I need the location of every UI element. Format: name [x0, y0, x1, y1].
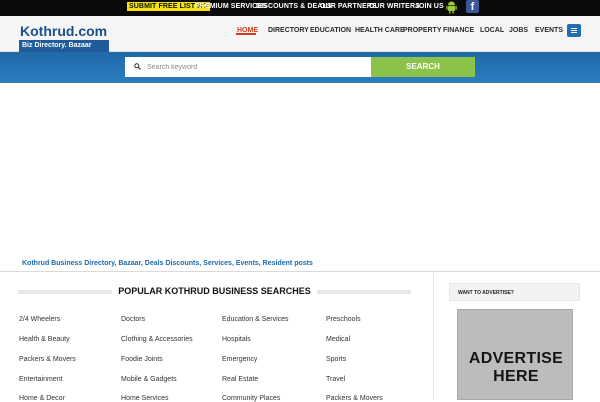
category-link[interactable]: Education & Services: [222, 316, 289, 323]
search-button[interactable]: SEARCH: [371, 57, 475, 77]
nav-directory[interactable]: DIRECTORY: [268, 27, 309, 34]
header: Kothrud.com Biz Directory. Bazaar HOME D…: [0, 16, 600, 52]
category-link[interactable]: Community Places: [222, 395, 280, 402]
category-link[interactable]: Packers & Movers: [326, 395, 383, 402]
category-link[interactable]: Hospitals: [222, 336, 251, 343]
category-link[interactable]: Real Estate: [222, 376, 258, 383]
search-box: [125, 57, 371, 77]
site-logo-tagline[interactable]: Biz Directory. Bazaar: [19, 40, 109, 52]
nav-local[interactable]: LOCAL: [480, 27, 504, 34]
category-link[interactable]: Packers & Movers: [19, 356, 76, 363]
search-band: SEARCH: [0, 52, 600, 83]
top-bar: SUBMIT FREE LISTING PREMIUM SERVICES DIS…: [0, 0, 600, 16]
advertise-heading: WANT TO ADVERTISE?: [449, 283, 580, 301]
category-link[interactable]: Home Services: [121, 395, 168, 402]
facebook-icon[interactable]: f: [466, 0, 479, 13]
nav-events[interactable]: EVENTS: [535, 27, 563, 34]
nav-finance[interactable]: FINANCE: [443, 27, 474, 34]
advertise-line-2: HERE: [493, 368, 539, 385]
search-icon: [134, 63, 141, 70]
hamburger-menu-icon[interactable]: [567, 24, 581, 37]
nav-health-care[interactable]: HEALTH CARE: [355, 27, 405, 34]
section-title: POPULAR KOTHRUD BUSINESS SEARCHES: [112, 286, 317, 296]
category-link[interactable]: Doctors: [121, 316, 145, 323]
category-link[interactable]: 2/4 Wheelers: [19, 316, 60, 323]
our-writers-link[interactable]: OUR WRITERS: [369, 3, 420, 10]
category-link[interactable]: Emergency: [222, 356, 257, 363]
category-link[interactable]: Entertainment: [19, 376, 63, 383]
category-link[interactable]: Health & Beauty: [19, 336, 70, 343]
category-link[interactable]: Preschools: [326, 316, 361, 323]
android-icon[interactable]: [446, 1, 457, 14]
join-us-link[interactable]: JOIN US: [415, 3, 444, 10]
category-link[interactable]: Home & Decor: [19, 395, 65, 402]
category-link[interactable]: Sports: [326, 356, 346, 363]
category-link[interactable]: Mobile & Gadgets: [121, 376, 177, 383]
sidebar-divider: [433, 272, 434, 400]
nav-education[interactable]: EDUCATION: [310, 27, 351, 34]
popular-searches-header: POPULAR KOTHRUD BUSINESS SEARCHES: [18, 286, 411, 297]
advertise-banner[interactable]: ADVERTISE HERE: [457, 309, 573, 400]
site-logo-name[interactable]: Kothrud.com: [20, 23, 107, 39]
nav-property[interactable]: PROPERTY: [403, 27, 442, 34]
site-tagline[interactable]: Kothrud Business Directory, Bazaar, Deal…: [22, 260, 313, 267]
search-input[interactable]: [147, 60, 367, 74]
active-nav-indicator: [236, 33, 256, 35]
nav-jobs[interactable]: JOBS: [509, 27, 528, 34]
category-link[interactable]: Clothing & Accessories: [121, 336, 193, 343]
horizontal-divider: [0, 271, 600, 272]
advertise-line-1: ADVERTISE: [468, 350, 564, 367]
category-link[interactable]: Travel: [326, 376, 345, 383]
category-link[interactable]: Medical: [326, 336, 350, 343]
category-link[interactable]: Foodie Joints: [121, 356, 163, 363]
